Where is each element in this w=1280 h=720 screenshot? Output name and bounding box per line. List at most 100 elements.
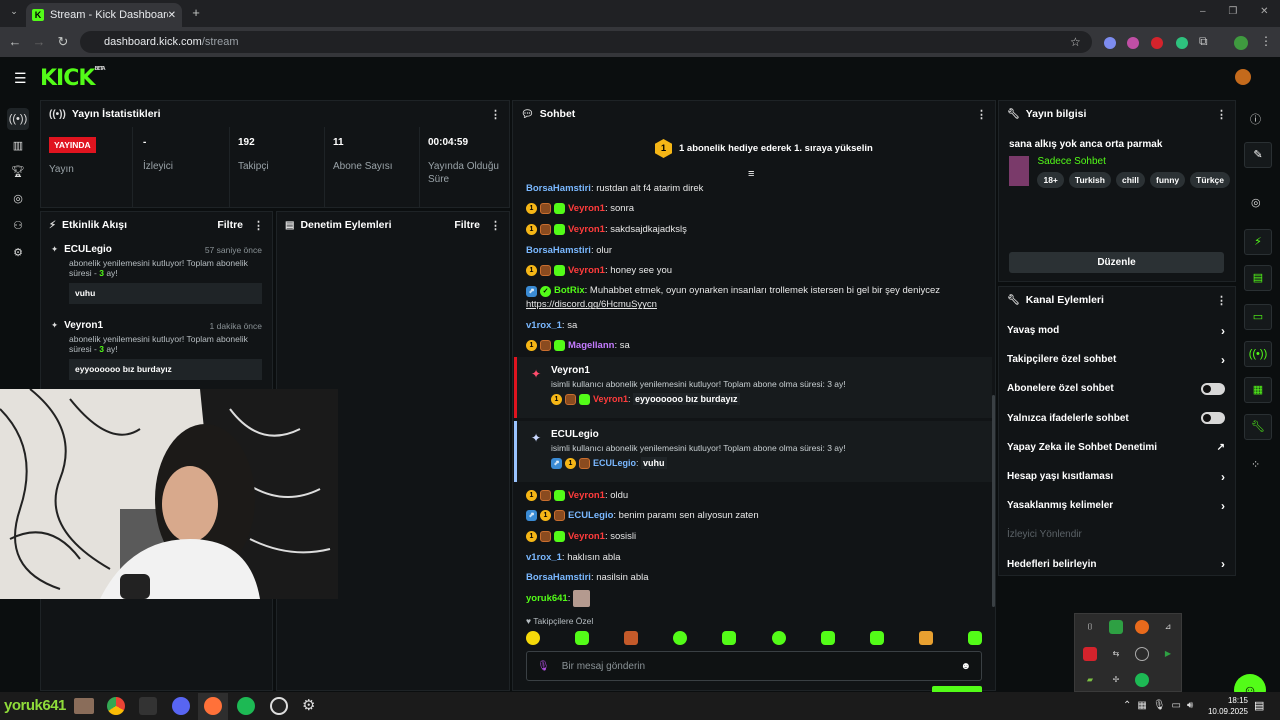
extension-icon-3[interactable] xyxy=(1151,37,1163,49)
reload-icon[interactable]: ↻ xyxy=(55,34,71,50)
action-banned-words[interactable]: Yasaklanmış kelimeler › xyxy=(999,491,1235,520)
tray-spotify-icon[interactable] xyxy=(1135,673,1149,687)
chat-user[interactable]: BotRix xyxy=(554,285,585,296)
chat-more-icon[interactable]: ⋮ xyxy=(976,108,987,121)
action-slow-mode[interactable]: Yavaş mod › xyxy=(999,316,1235,345)
rail-analytics-icon[interactable]: ▥ xyxy=(7,135,29,157)
tray-app-icon[interactable]: ▶ xyxy=(1161,647,1175,661)
tray-app-icon[interactable] xyxy=(1135,647,1149,661)
tray-app-icon[interactable]: ⇆ xyxy=(1109,647,1123,661)
emote-icon[interactable] xyxy=(526,631,540,645)
event-user[interactable]: ECULegio xyxy=(64,244,205,255)
close-tab-icon[interactable]: ✕ xyxy=(168,10,176,21)
hamburger-menu-icon[interactable]: ☰ xyxy=(14,70,27,87)
chat-user[interactable]: v1rox_1 xyxy=(526,552,562,563)
chat-user[interactable]: ECULegio xyxy=(593,458,636,468)
pinned-gift-banner[interactable]: 1 1 abonelik hediye ederek 1. sıraya yük… xyxy=(655,139,873,158)
sidebar-layout-icon[interactable]: ▦ xyxy=(1244,377,1272,403)
stats-more-icon[interactable]: ⋮ xyxy=(490,108,501,121)
tray-app-icon[interactable] xyxy=(1083,647,1097,661)
tray-usb-icon[interactable]: ⌷ xyxy=(1083,620,1097,634)
chat-input[interactable]: 🎙︎ Bir mesaj gönderin ☻ xyxy=(526,651,982,681)
back-icon[interactable]: ← xyxy=(7,34,23,49)
window-controls[interactable]: – ❐ ✕ xyxy=(1200,6,1268,17)
user-avatar[interactable] xyxy=(1235,69,1251,85)
extensions-puzzle-icon[interactable]: ⧉ xyxy=(1199,34,1208,49)
info-icon[interactable]: ⓘ xyxy=(1250,111,1261,127)
chat-user[interactable]: Magellann xyxy=(568,340,614,351)
emote-icon[interactable] xyxy=(722,631,737,645)
action-goals[interactable]: Hedefleri belirleyin › xyxy=(999,550,1235,579)
forward-icon[interactable]: → xyxy=(31,34,47,49)
chrome-icon[interactable] xyxy=(107,697,125,715)
notifications-icon[interactable]: ▤ xyxy=(1254,699,1264,712)
emote-icon[interactable] xyxy=(575,631,590,645)
chat-user[interactable]: BorsaHamstiri xyxy=(526,245,591,256)
tab-search-icon[interactable]: ⌄ xyxy=(6,6,22,17)
rail-stream-icon[interactable]: ((•)) xyxy=(7,108,29,130)
sidebar-wrench-icon[interactable]: 🔧︎ xyxy=(1244,414,1272,440)
taskbar-app-icon[interactable] xyxy=(139,697,157,715)
chat-user[interactable]: BorsaHamstiri xyxy=(526,183,591,194)
emotes-only-toggle[interactable] xyxy=(1201,412,1225,425)
edit-button[interactable]: Düzenle xyxy=(1009,252,1224,273)
emoji-picker-icon[interactable]: ☻ xyxy=(960,661,971,672)
browser-tab[interactable]: K Stream - Kick Dashboard ✕ xyxy=(26,3,182,27)
chat-user[interactable]: yoruk641 xyxy=(526,593,568,604)
tray-app-icon[interactable] xyxy=(1109,620,1123,634)
obs-icon[interactable] xyxy=(270,697,288,715)
action-emotes-only[interactable]: Yalnızca ifadelerle sohbet xyxy=(999,404,1235,433)
extension-icon-4[interactable] xyxy=(1176,37,1188,49)
rail-moderation-icon[interactable]: ◎ xyxy=(7,188,29,210)
moderation-filter-button[interactable]: Filtre xyxy=(454,219,480,231)
address-field[interactable]: dashboard.kick.com/stream xyxy=(80,31,1092,53)
chat-user[interactable]: Veyron1 xyxy=(568,224,605,235)
tray-app-icon[interactable] xyxy=(1135,620,1149,634)
bookmark-star-icon[interactable]: ☆ xyxy=(1070,35,1081,49)
focus-icon[interactable]: ◎ xyxy=(1251,196,1261,209)
emote-icon[interactable] xyxy=(918,631,933,645)
chat-user[interactable]: Veyron1 xyxy=(568,203,605,214)
action-subscribers-only[interactable]: Abonelere özel sohbet xyxy=(999,374,1235,403)
extension-icon-2[interactable] xyxy=(1127,37,1139,49)
new-tab-icon[interactable]: + xyxy=(188,5,204,20)
chat-user[interactable]: BorsaHamstiri xyxy=(526,572,591,583)
emote-icon[interactable] xyxy=(673,631,688,645)
sidebar-apps-icon[interactable]: ⁘ xyxy=(1251,458,1260,471)
sidebar-notes-icon[interactable]: ▤ xyxy=(1244,265,1272,291)
chat-user[interactable]: Veyron1 xyxy=(593,394,628,404)
sidebar-chat-icon[interactable]: ▭ xyxy=(1244,304,1272,330)
event-user[interactable]: Veyron1 xyxy=(64,320,209,331)
activity-more-icon[interactable]: ⋮ xyxy=(253,219,264,232)
tray-app-icon[interactable]: ▰ xyxy=(1083,673,1097,687)
stream-info-more-icon[interactable]: ⋮ xyxy=(1216,108,1227,121)
emote-icon[interactable] xyxy=(624,631,639,645)
channel-actions-more-icon[interactable]: ⋮ xyxy=(1216,294,1227,307)
emote-icon[interactable] xyxy=(869,631,884,645)
sub-event-user[interactable]: ECULegio xyxy=(551,429,992,440)
sub-event-user[interactable]: Veyron1 xyxy=(551,365,992,376)
firefox-icon[interactable] xyxy=(204,697,222,715)
discord-link[interactable]: https://discord.gg/6HcmuSyycn xyxy=(526,299,657,310)
microphone-icon[interactable]: 🎙︎ xyxy=(537,661,550,672)
pencil-icon[interactable]: ✎ xyxy=(1244,142,1272,168)
browser-menu-icon[interactable]: ⋮ xyxy=(1260,34,1272,48)
chat-user[interactable]: v1rox_1 xyxy=(526,320,562,331)
chat-user[interactable]: Veyron1 xyxy=(568,490,605,501)
action-account-age[interactable]: Hesap yaşı kısıtlaması › xyxy=(999,462,1235,491)
moderation-more-icon[interactable]: ⋮ xyxy=(490,219,501,232)
emote-icon[interactable] xyxy=(771,631,786,645)
tray-app-icon[interactable]: ⊿ xyxy=(1161,620,1175,634)
chat-user[interactable]: Veyron1 xyxy=(568,531,605,542)
tray-app-icon[interactable]: ✢ xyxy=(1109,673,1123,687)
discord-icon[interactable] xyxy=(172,697,190,715)
rail-community-icon[interactable]: ⚇ xyxy=(7,215,29,237)
activity-filter-button[interactable]: Filtre xyxy=(217,219,243,231)
extension-icon-1[interactable] xyxy=(1104,37,1116,49)
chat-user[interactable]: ECULegio xyxy=(568,510,613,521)
chat-scrollbar[interactable] xyxy=(992,395,995,607)
action-followers-only[interactable]: Takipçilere özel sohbet › xyxy=(999,345,1235,374)
category-name[interactable]: Sadece Sohbet xyxy=(1037,156,1235,167)
subscribers-only-toggle[interactable] xyxy=(1201,382,1225,395)
kick-logo[interactable]: KICKBETA xyxy=(40,66,106,91)
